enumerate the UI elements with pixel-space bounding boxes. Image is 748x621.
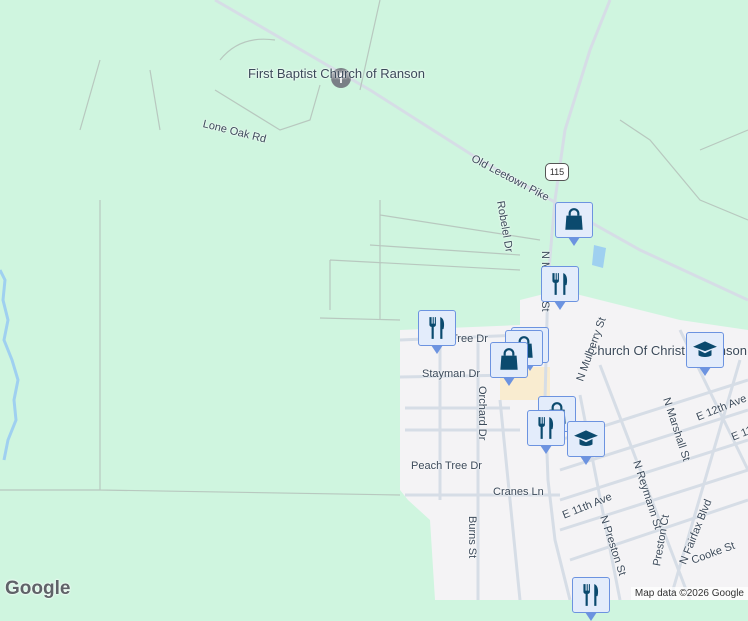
map-attribution[interactable]: Map data ©2026 Google bbox=[630, 587, 748, 600]
pond bbox=[592, 245, 606, 268]
graduation-cap-icon bbox=[693, 341, 717, 358]
street-label-burns: Burns St bbox=[466, 516, 478, 559]
shopping-bag-icon bbox=[500, 348, 518, 370]
google-logo: Google bbox=[5, 578, 71, 599]
school-marker[interactable] bbox=[567, 421, 605, 465]
school-marker[interactable] bbox=[686, 332, 724, 376]
street-label-stayman: Stayman Dr bbox=[422, 368, 481, 380]
route-115-shield: 115 bbox=[545, 163, 569, 181]
restaurant-marker[interactable] bbox=[527, 410, 565, 454]
fork-knife-icon bbox=[552, 273, 568, 295]
shopping-bag-icon bbox=[565, 208, 583, 230]
fork-knife-icon bbox=[583, 584, 599, 606]
restaurant-marker[interactable] bbox=[541, 266, 579, 310]
river bbox=[0, 269, 20, 461]
graduation-cap-icon bbox=[574, 430, 598, 447]
shopping-marker[interactable] bbox=[555, 202, 593, 246]
street-label-orchard: Orchard Dr bbox=[476, 386, 488, 441]
street-label-peach-tree: Peach Tree Dr bbox=[411, 460, 482, 472]
fork-knife-icon bbox=[538, 417, 554, 439]
shopping-marker[interactable] bbox=[490, 342, 528, 386]
place-label-first-baptist[interactable]: First Baptist Church of Ranson bbox=[248, 67, 425, 81]
map-canvas[interactable] bbox=[0, 0, 748, 600]
restaurant-marker[interactable] bbox=[572, 577, 610, 621]
street-label-cranes: Cranes Ln bbox=[493, 486, 544, 498]
restaurant-marker[interactable] bbox=[418, 310, 456, 354]
fork-knife-icon bbox=[429, 317, 445, 339]
